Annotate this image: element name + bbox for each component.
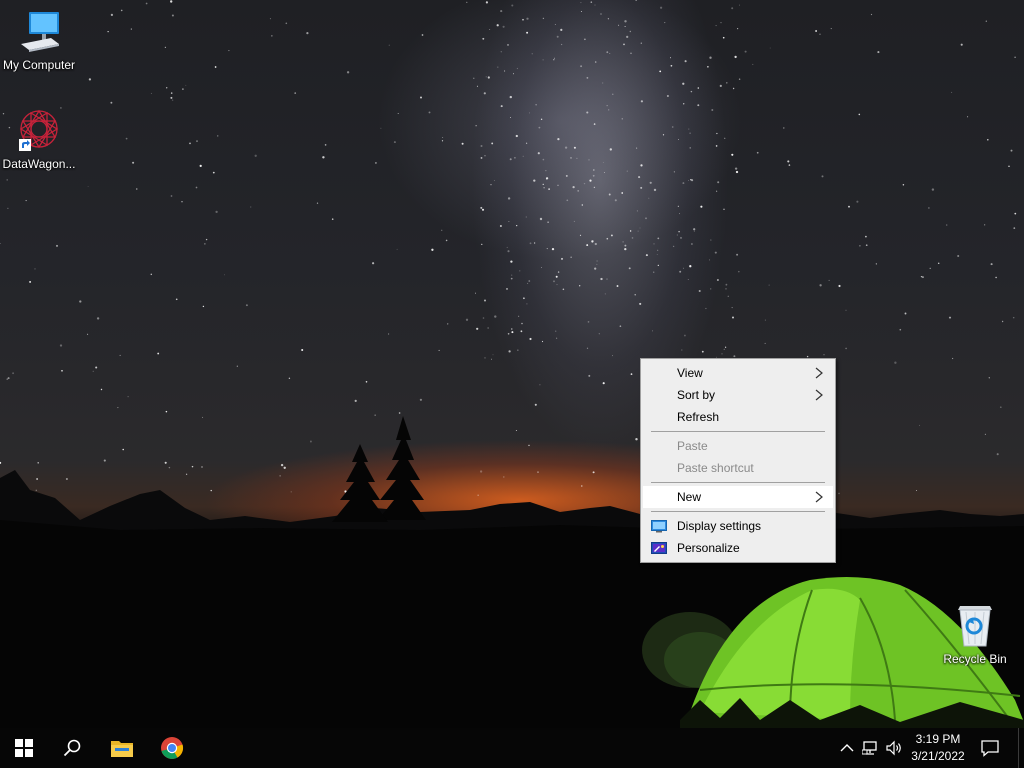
desktop-background[interactable]: My Computer DataWagon... Recycle Bin Vie… [0,0,1024,768]
desktop-icon-recycle-bin[interactable]: Recycle Bin [935,602,1015,666]
clock-time: 3:19 PM [915,732,961,746]
menu-item-label: Sort by [677,388,716,402]
desktop-icon-label: My Computer [2,58,76,72]
search-button[interactable] [48,728,96,768]
computer-monitor-icon [15,8,63,56]
menu-item-display-settings[interactable]: Display settings [643,515,833,537]
personalize-icon [651,542,667,554]
clock-date: 3/21/2022 [911,749,965,763]
datawagon-shortcut-icon [15,107,63,155]
taskbar-clock[interactable]: 3:19 PM 3/21/2022 [906,731,970,765]
desktop-icon-my-computer[interactable]: My Computer [0,8,79,72]
file-explorer-icon [111,741,133,757]
menu-item-label: View [677,366,703,380]
taskbar: 3:19 PM 3/21/2022 [0,728,1024,768]
desktop-icon-label: DataWagon... [2,157,76,171]
action-center-icon [981,740,999,757]
menu-item-paste-shortcut: Paste shortcut [643,457,833,479]
chevron-right-icon [815,491,823,503]
menu-item-label: Paste shortcut [677,461,754,475]
volume-icon[interactable] [886,740,904,756]
menu-item-sort-by[interactable]: Sort by [643,384,833,406]
show-desktop-button[interactable] [1018,728,1024,768]
menu-item-view[interactable]: View [643,362,833,384]
display-settings-icon [651,520,667,533]
menu-item-label: Paste [677,439,708,453]
search-icon [63,739,81,757]
desktop-icon-label: Recycle Bin [943,652,1007,666]
menu-separator [651,482,825,483]
chevron-right-icon [815,389,823,401]
chevron-right-icon [815,367,823,379]
menu-separator [651,511,825,512]
landscape [0,416,1024,768]
menu-item-personalize[interactable]: Personalize [643,537,833,559]
chrome-button[interactable] [148,728,196,768]
menu-item-label: Personalize [677,541,740,555]
desktop-context-menu: View Sort by Refresh Paste Paste shortcu… [640,358,836,563]
menu-separator [651,431,825,432]
chevron-up-icon[interactable] [838,740,856,756]
menu-item-label: New [677,490,702,504]
menu-item-label: Display settings [677,519,762,533]
network-icon[interactable] [862,740,880,756]
menu-item-refresh[interactable]: Refresh [643,406,833,428]
start-button[interactable] [0,728,48,768]
file-explorer-button[interactable] [98,728,146,768]
desktop-icon-datawagon[interactable]: DataWagon... [0,107,79,171]
menu-item-paste: Paste [643,435,833,457]
menu-item-label: Refresh [677,410,720,424]
recycle-bin-icon [951,602,999,650]
menu-item-new[interactable]: New [643,486,833,508]
action-center-button[interactable] [966,728,1014,768]
windows-start-icon [15,739,33,757]
chrome-icon [161,737,184,759]
